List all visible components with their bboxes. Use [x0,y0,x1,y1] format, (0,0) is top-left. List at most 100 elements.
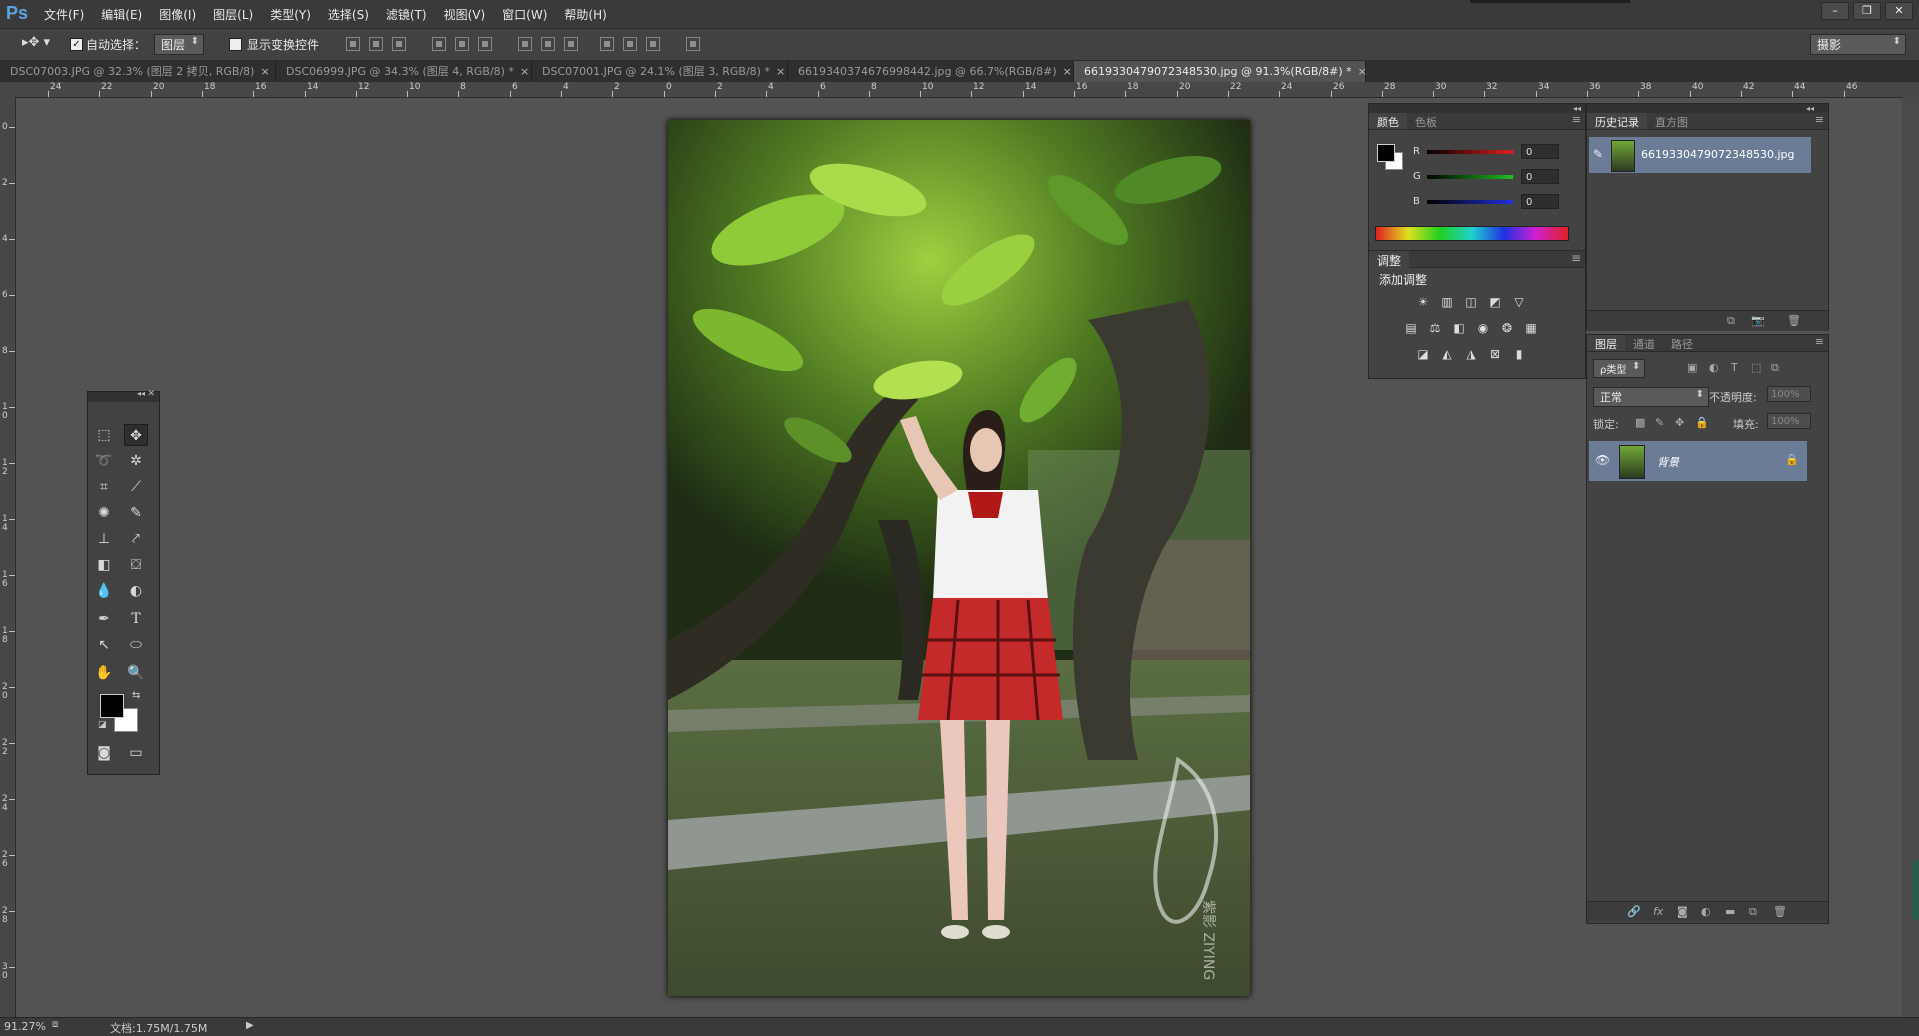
auto-select-target-dropdown[interactable]: 图层 [154,34,205,55]
collapse-icon[interactable]: ◂◂ [137,389,145,398]
quick-mask-icon[interactable]: ◙ [92,742,116,764]
menu-layer[interactable]: 图层(L) [213,6,253,23]
menu-type[interactable]: 类型(Y) [270,6,311,23]
channel-b-slider[interactable] [1427,200,1513,204]
type-tool-icon[interactable]: T [124,608,148,630]
close-tab-icon[interactable]: × [520,65,529,78]
ruler-horizontal[interactable]: 24 22 20 18 16 14 12 10 8 6 4 2 0 2 4 6 8 10 12 14 16 18 20 22 2… [0,82,1919,98]
align-bottom-icon[interactable] [392,37,406,51]
menu-select[interactable]: 选择(S) [328,6,369,23]
auto-align-icon[interactable] [686,37,700,51]
trash-icon[interactable]: 🗑 [1787,314,1801,327]
panel-header[interactable]: ◂◂ [1587,104,1828,113]
tab-doc-4[interactable]: 6619340374676998442.jpg @ 66.7%(RGB/8#) × [788,61,1074,82]
tab-layers[interactable]: 图层 [1587,335,1625,351]
lock-all-icon[interactable]: 🔒 [1695,416,1709,429]
status-menu-arrow-icon[interactable]: ▶ [246,1020,254,1031]
layer-style-fx-icon[interactable]: fx [1653,905,1663,918]
opacity-input[interactable]: 100% [1767,386,1811,402]
align-top-icon[interactable] [346,37,360,51]
layer-name[interactable]: 背景 [1657,454,1679,470]
filter-type-icon[interactable]: T [1731,361,1738,374]
close-panel-icon[interactable]: ✕ [147,389,155,399]
distribute-vcenter-icon[interactable] [541,37,555,51]
lock-transparency-icon[interactable]: ▩ [1635,416,1645,429]
dodge-tool-icon[interactable]: ◐ [124,580,148,602]
layer-filter-dropdown[interactable]: ρ类型 [1593,359,1646,378]
menu-file[interactable]: 文件(F) [44,6,84,23]
tab-history[interactable]: 历史记录 [1587,113,1647,129]
panel-menu-icon[interactable]: ≡ [1571,251,1581,265]
menu-help[interactable]: 帮助(H) [564,6,606,23]
default-colors-icon[interactable]: ◪ [98,720,107,730]
tab-channels[interactable]: 通道 [1625,335,1663,351]
blur-tool-icon[interactable]: 💧 [92,580,116,602]
threshold-icon[interactable]: ◮ [1463,346,1479,362]
hue-saturation-icon[interactable]: ▤ [1403,320,1419,336]
lock-image-icon[interactable]: ✎ [1655,416,1664,429]
close-button[interactable]: ✕ [1885,2,1913,20]
gradient-map-icon[interactable]: ▮ [1511,346,1527,362]
brightness-contrast-icon[interactable]: ☀ [1415,294,1431,310]
invert-icon[interactable]: ◪ [1415,346,1431,362]
panel-header[interactable]: ◂◂ [1369,104,1585,113]
align-vcenter-icon[interactable] [369,37,383,51]
filter-pixel-icon[interactable]: ▣ [1687,361,1697,374]
tab-doc-3[interactable]: DSC07001.JPG @ 24.1% (图层 3, RGB/8) * × [532,61,788,82]
panel-menu-icon[interactable]: ≡ [1815,113,1828,129]
ruler-vertical[interactable]: 0 2 4 6 8 1 0 1 2 1 4 1 6 1 8 2 0 2 2 2 4 2 6 2 8 3 0 [0,97,16,1017]
menu-window[interactable]: 窗口(W) [502,6,547,23]
add-mask-icon[interactable]: ◙ [1677,905,1688,918]
channel-g-slider[interactable] [1427,175,1513,179]
distribute-bottom-icon[interactable] [564,37,578,51]
workspace-dropdown[interactable]: 摄影 [1810,34,1906,55]
foreground-color-swatch[interactable] [100,694,124,718]
dock-scroll-handle[interactable] [1912,860,1919,920]
minimize-button[interactable]: – [1821,2,1849,20]
posterize-icon[interactable]: ◭ [1439,346,1455,362]
distribute-right-icon[interactable] [646,37,660,51]
align-hcenter-icon[interactable] [455,37,469,51]
distribute-hcenter-icon[interactable] [623,37,637,51]
magic-wand-tool-icon[interactable]: ✲ [124,450,148,472]
distribute-top-icon[interactable] [518,37,532,51]
selective-color-icon[interactable]: ⊠ [1487,346,1503,362]
move-tool-preset-icon[interactable]: ▸✥ ▾ [22,35,50,50]
brush-tool-icon[interactable]: ✎ [124,502,148,524]
menu-view[interactable]: 视图(V) [444,6,486,23]
healing-brush-tool-icon[interactable]: ✺ [92,502,116,524]
color-balance-icon[interactable]: ⚖ [1427,320,1443,336]
ellipse-tool-icon[interactable]: ⬭ [124,634,148,656]
close-tab-icon[interactable]: × [1358,65,1367,78]
channel-r-value[interactable]: 0 [1521,144,1559,159]
tab-doc-2[interactable]: DSC06999.JPG @ 34.3% (图层 4, RGB/8) * × [276,61,532,82]
tab-paths[interactable]: 路径 [1663,335,1701,351]
channel-mixer-icon[interactable]: ❂ [1499,320,1515,336]
close-tab-icon[interactable]: × [776,65,785,78]
history-brush-tool-icon[interactable]: ⤤ [124,528,148,550]
menu-filter[interactable]: 滤镜(T) [386,6,427,23]
menu-image[interactable]: 图像(I) [159,6,196,23]
fill-input[interactable]: 100% [1767,413,1811,429]
crop-tool-icon[interactable]: ⌗ [92,476,116,498]
black-white-icon[interactable]: ◧ [1451,320,1467,336]
collapse-icon[interactable]: ◂◂ [1573,104,1581,113]
clone-stamp-tool-icon[interactable]: ⊥ [92,528,116,550]
history-brush-icon[interactable]: ✎ [1593,147,1603,161]
filter-smart-icon[interactable]: ⧉ [1771,361,1779,375]
close-tab-icon[interactable]: × [260,65,269,78]
link-layers-icon[interactable]: 🔗 [1627,905,1641,918]
new-layer-icon[interactable]: ⧉ [1749,905,1757,919]
new-document-from-state-icon[interactable]: ⧉ [1727,314,1735,328]
tab-doc-1[interactable]: DSC07003.JPG @ 32.3% (图层 2 拷贝, RGB/8) × [0,61,276,82]
blend-mode-dropdown[interactable]: 正常 [1593,387,1709,407]
eraser-tool-icon[interactable]: ◧ [92,554,116,576]
distribute-left-icon[interactable] [600,37,614,51]
snapshot-camera-icon[interactable]: 📷 [1751,314,1765,327]
vibrance-icon[interactable]: ▽ [1511,294,1527,310]
tab-doc-5-active[interactable]: 6619330479072348530.jpg @ 91.3%(RGB/8#) … [1074,61,1367,82]
delete-layer-icon[interactable]: 🗑 [1773,905,1787,918]
screen-mode-icon[interactable]: ▭ [124,742,148,764]
close-tab-icon[interactable]: × [1063,65,1072,78]
lock-position-icon[interactable]: ✥ [1675,416,1684,429]
